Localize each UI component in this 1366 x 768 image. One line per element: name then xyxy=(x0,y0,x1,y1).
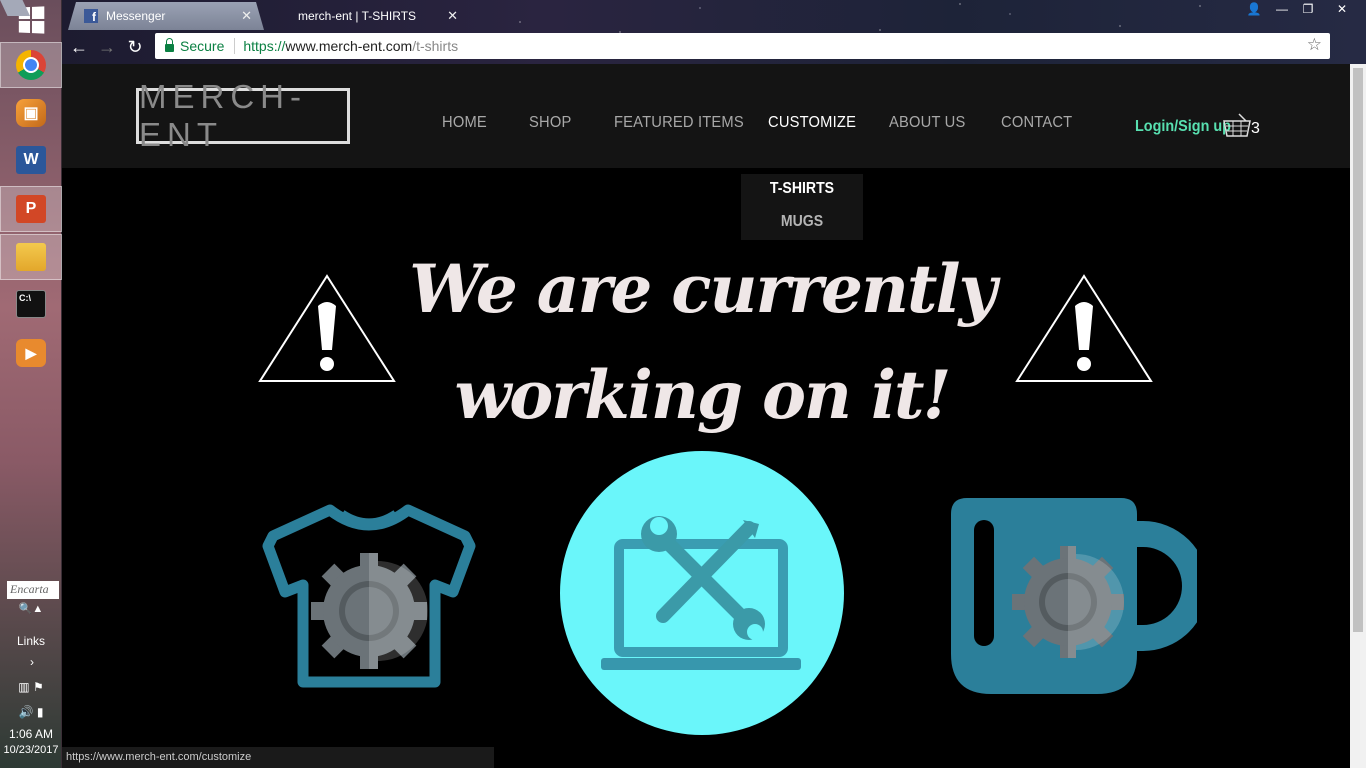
nav-shop[interactable]: SHOP xyxy=(529,114,571,132)
url-path: /t-shirts xyxy=(412,38,459,54)
secure-label: Secure xyxy=(180,38,225,54)
dropdown-item-t-shirts[interactable]: T-SHIRTS xyxy=(748,180,855,198)
bookmark-star-icon[interactable]: ☆ xyxy=(1307,35,1322,55)
windows-taskbar: ▣ W P C:\ ▶ Encarta 🔍▲ Links › ▥ ⚑ 🔊 ▮ 1… xyxy=(0,0,62,768)
tab-merch-ent[interactable]: merch-ent | T-SHIRTS ✕ xyxy=(264,2,470,30)
taskbar-media-player[interactable]: ▶ xyxy=(0,330,62,376)
taskbar-cmd[interactable]: C:\ xyxy=(0,281,62,327)
links-toolbar-label[interactable]: Links xyxy=(0,634,62,648)
url-scheme: https:// xyxy=(243,38,286,54)
taskbar-word[interactable]: W xyxy=(0,137,62,183)
taskbar-winrar[interactable]: ▣ xyxy=(0,90,62,136)
page-scrollbar[interactable] xyxy=(1350,64,1366,768)
browser-toolbar: ← → ↻ Secure https://www.merch-ent.com/t… xyxy=(62,30,1366,64)
close-icon[interactable]: ✕ xyxy=(241,8,252,24)
folder-icon xyxy=(16,243,46,271)
nav-home[interactable]: HOME xyxy=(442,114,487,132)
cart-count: 3 xyxy=(1251,120,1260,137)
warning-icon xyxy=(1015,274,1153,382)
nav-contact[interactable]: CONTACT xyxy=(1001,114,1072,132)
command-prompt-icon: C:\ xyxy=(16,290,46,318)
nav-about-us[interactable]: ABOUT US xyxy=(889,114,965,132)
site-header: MERCH-ENT HOME SHOP FEATURED ITEMS CUSTO… xyxy=(62,64,1350,168)
reload-icon[interactable]: ↻ xyxy=(124,36,146,58)
chrome-icon xyxy=(16,50,46,80)
shopping-basket-icon[interactable] xyxy=(1222,112,1252,138)
tray-volume-icon[interactable]: 🔊 ▮ xyxy=(0,705,62,719)
scrollbar-thumb[interactable] xyxy=(1353,68,1363,632)
window-close-icon[interactable]: ✕ xyxy=(1322,0,1362,18)
headline-line-1: We are currently xyxy=(409,250,997,328)
facebook-icon: f xyxy=(84,9,98,23)
dropdown-item-mugs[interactable]: MUGS xyxy=(748,213,855,231)
warning-icon xyxy=(258,274,396,382)
laptop-tools-icon xyxy=(560,451,844,735)
lock-icon xyxy=(165,38,174,52)
encarta-search-input[interactable]: Encarta xyxy=(7,581,59,599)
nav-customize[interactable]: CUSTOMIZE xyxy=(768,114,856,132)
forward-arrow-icon[interactable]: → xyxy=(96,36,118,58)
close-icon[interactable]: ✕ xyxy=(447,8,458,24)
taskbar-powerpoint[interactable]: P xyxy=(0,186,62,232)
tab-title: Messenger xyxy=(106,9,166,23)
url-host: www.merch-ent.com xyxy=(285,38,413,54)
customize-dropdown-menu: T-SHIRTS MUGS xyxy=(741,174,863,240)
tshirt-gear-icon xyxy=(262,504,476,688)
login-signup-link[interactable]: Login/Sign up xyxy=(1135,118,1231,136)
nav-featured-items[interactable]: FEATURED ITEMS xyxy=(614,114,744,132)
status-bar-url: https://www.merch-ent.com/customize xyxy=(62,747,494,768)
winrar-icon: ▣ xyxy=(16,99,46,127)
mug-gear-icon xyxy=(951,498,1197,694)
page-headline: We are currently working on it! xyxy=(392,236,1012,448)
search-tools-icon[interactable]: 🔍▲ xyxy=(0,602,62,615)
tab-messenger[interactable]: f Messenger ✕ xyxy=(68,2,264,30)
clock-time[interactable]: 1:06 AM xyxy=(0,727,62,741)
word-icon: W xyxy=(16,146,46,174)
media-player-icon: ▶ xyxy=(16,339,46,367)
headline-line-2: working on it! xyxy=(454,356,951,434)
user-profile-icon[interactable]: 👤 xyxy=(1240,0,1268,18)
restore-icon[interactable]: ❐ xyxy=(1296,0,1320,18)
powerpoint-icon: P xyxy=(16,195,46,223)
back-arrow-icon[interactable]: ← xyxy=(68,36,90,58)
site-logo[interactable]: MERCH-ENT xyxy=(136,78,350,153)
chevron-right-icon[interactable]: › xyxy=(22,655,42,669)
page-viewport: MERCH-ENT HOME SHOP FEATURED ITEMS CUSTO… xyxy=(62,64,1366,768)
minimize-icon[interactable]: — xyxy=(1270,0,1294,18)
tray-network-icon[interactable]: ▥ ⚑ xyxy=(0,680,62,694)
taskbar-chrome[interactable] xyxy=(0,42,62,88)
address-bar[interactable]: Secure https://www.merch-ent.com/t-shirt… xyxy=(155,33,1330,59)
tab-title: merch-ent | T-SHIRTS xyxy=(298,9,417,23)
divider xyxy=(234,38,236,54)
clock-date[interactable]: 10/23/2017 xyxy=(0,744,62,756)
taskbar-file-explorer[interactable] xyxy=(0,234,62,280)
